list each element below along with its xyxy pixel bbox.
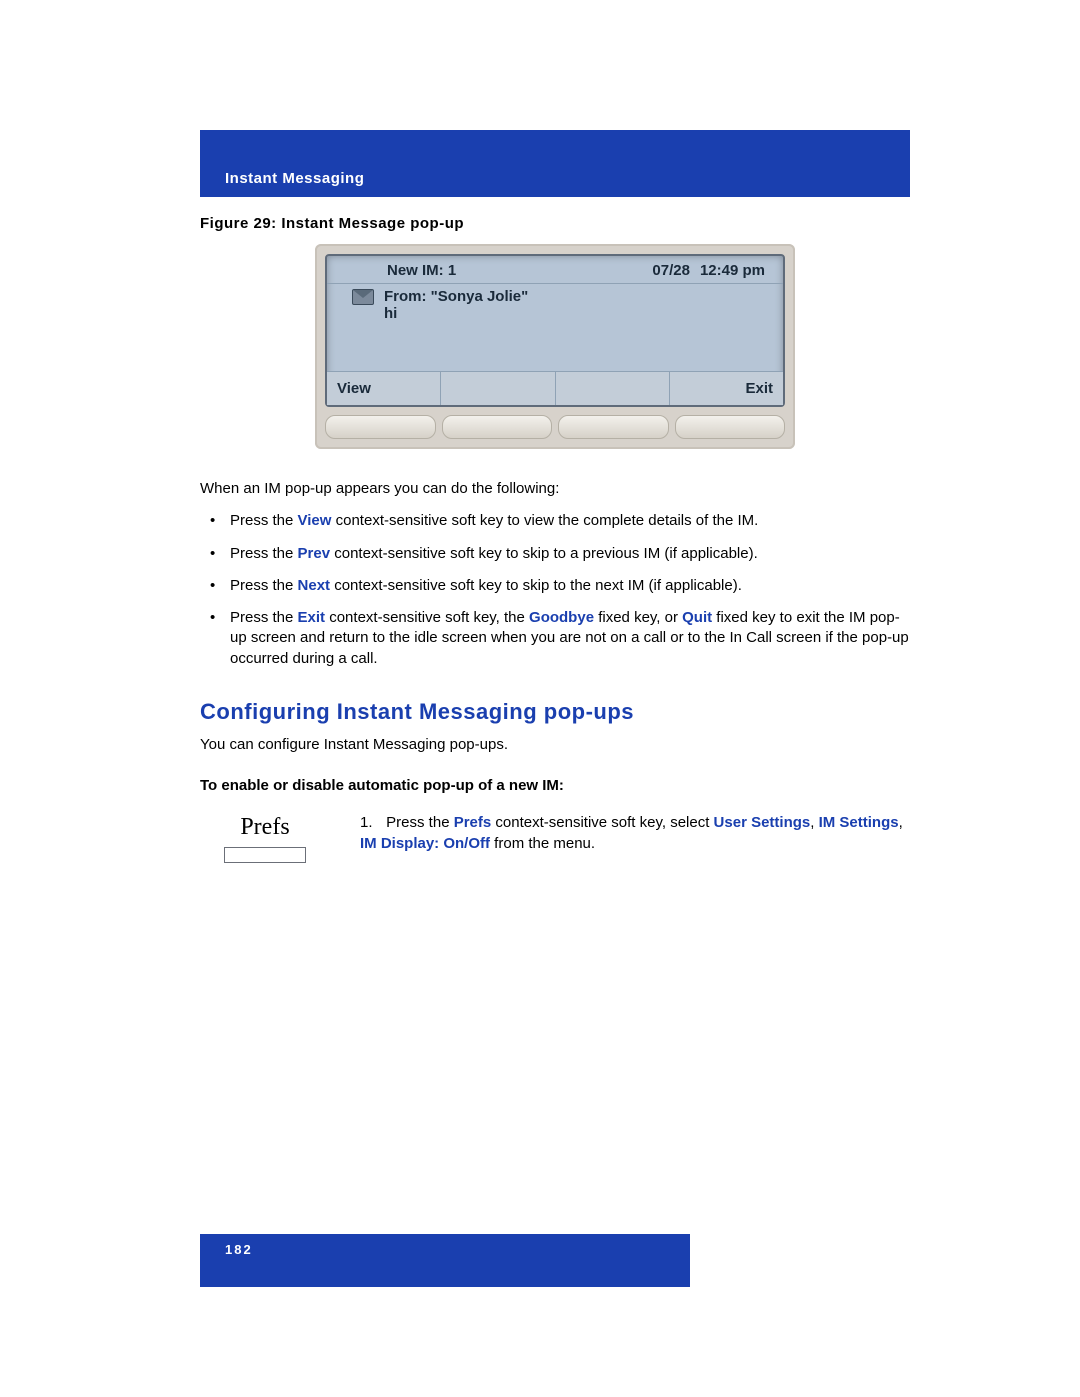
message-line: hi [352,305,765,322]
step-text-part: , [810,814,818,831]
prefs-key-shape [224,847,306,863]
step-1-text: 1. Press the Prefs context-sensitive sof… [360,812,910,854]
figure-caption: Figure 29: Instant Message pop-up [200,215,910,232]
step-text-part: , [899,814,903,831]
new-im-label: New IM: 1 [387,262,456,279]
keyword-exit: Exit [298,609,326,626]
header-bar: Instant Messaging [200,130,910,197]
keyword-im-display: IM Display: On/Off [360,835,490,852]
screen-body: From: "Sonya Jolie" hi [327,284,783,371]
softkey-row: View Exit [327,371,783,405]
bullet-text: Press the [230,609,298,626]
enable-disable-heading: To enable or disable automatic pop-up of… [200,777,910,794]
keyword-prev: Prev [298,545,331,562]
bullet-item: Press the Prev context-sensitive soft ke… [230,544,910,564]
bullet-list: Press the View context-sensitive soft ke… [200,511,910,669]
keyword-goodbye: Goodbye [529,609,594,626]
mail-icon [352,289,374,305]
bullet-text: Press the [230,545,298,562]
section-heading: Configuring Instant Messaging pop-ups [200,699,910,725]
phys-button-1[interactable] [325,415,436,439]
phys-button-4[interactable] [675,415,786,439]
from-line: From: "Sonya Jolie" [384,288,528,305]
bullet-text: context-sensitive soft key to view the c… [331,512,758,529]
prefs-label: Prefs [200,814,330,841]
phone-figure: New IM: 1 07/28 12:49 pm From: "Sonya Jo… [315,244,795,449]
bullet-item: Press the Exit context-sensitive soft ke… [230,608,910,669]
section-intro: You can configure Instant Messaging pop-… [200,735,910,755]
step-text-part: from the menu. [490,835,595,852]
keyword-view: View [298,512,332,529]
keyword-next: Next [298,577,331,594]
prefs-softkey-illustration: Prefs [200,812,330,863]
header-section-title: Instant Messaging [225,170,364,187]
bullet-text: context-sensitive soft key, the [325,609,529,626]
screen-header-row: New IM: 1 07/28 12:49 pm [327,256,783,284]
screen-date: 07/28 [652,262,690,279]
keyword-prefs: Prefs [454,814,492,831]
bullet-item: Press the View context-sensitive soft ke… [230,511,910,531]
page-number: 182 [225,1242,253,1257]
bullet-text: fixed key, or [594,609,682,626]
step-number: 1. [360,812,382,833]
physical-buttons-row [325,415,785,439]
keyword-quit: Quit [682,609,712,626]
softkey-view[interactable]: View [327,372,441,405]
phys-button-3[interactable] [558,415,669,439]
screen-time: 12:49 pm [700,262,765,279]
softkey-exit[interactable]: Exit [670,372,783,405]
intro-text: When an IM pop-up appears you can do the… [200,479,910,499]
step-text-part: Press the [386,814,454,831]
step-text-part: context-sensitive soft key, select [491,814,713,831]
keyword-user-settings: User Settings [714,814,811,831]
bullet-text: Press the [230,577,298,594]
bullet-text: context-sensitive soft key to skip to a … [330,545,758,562]
bullet-text: context-sensitive soft key to skip to th… [330,577,742,594]
phys-button-2[interactable] [442,415,553,439]
footer-bar: 182 [200,1234,690,1287]
phone-screen: New IM: 1 07/28 12:49 pm From: "Sonya Jo… [325,254,785,407]
softkey-blank-1 [441,372,555,405]
bullet-text: Press the [230,512,298,529]
bullet-item: Press the Next context-sensitive soft ke… [230,576,910,596]
keyword-im-settings: IM Settings [819,814,899,831]
softkey-blank-2 [556,372,670,405]
step-row: Prefs 1. Press the Prefs context-sensiti… [200,812,910,863]
